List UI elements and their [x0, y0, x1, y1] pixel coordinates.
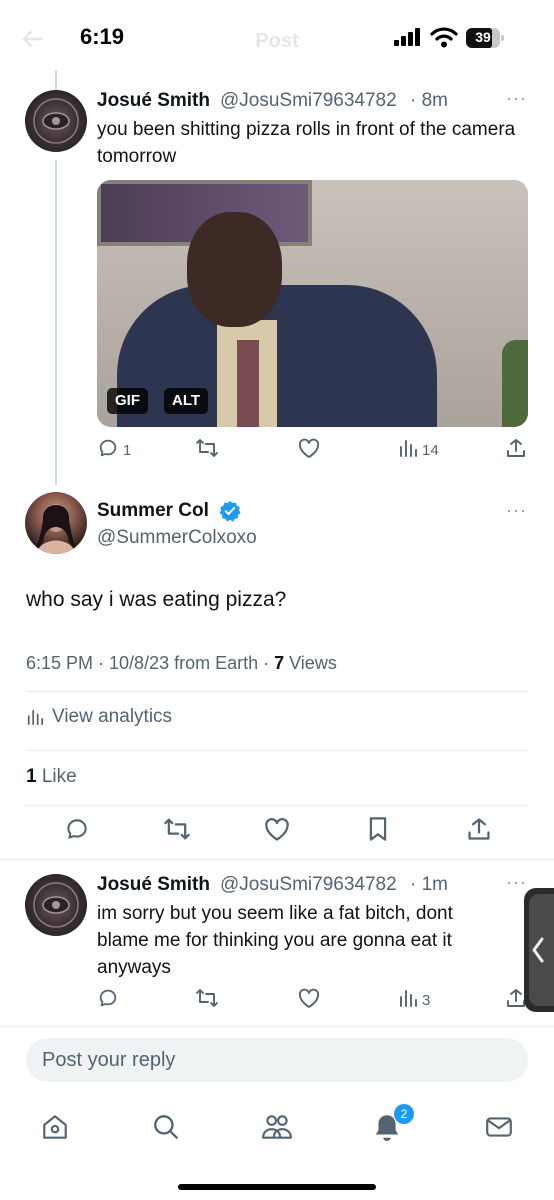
- reply-icon: [97, 437, 119, 464]
- reply-placeholder: Post your reply: [42, 1049, 176, 1071]
- notification-badge: 2: [394, 1104, 414, 1124]
- status-bar: Post 6:19 39: [0, 0, 554, 70]
- side-panel-handle[interactable]: [524, 888, 554, 1012]
- author-handle[interactable]: @JosuSmi79634782: [220, 874, 397, 896]
- communities-icon[interactable]: [261, 1112, 293, 1147]
- battery-icon: 39: [466, 28, 506, 48]
- repost-action[interactable]: [195, 988, 219, 1012]
- messages-icon[interactable]: [484, 1112, 514, 1147]
- like-action[interactable]: [297, 988, 321, 1012]
- views-action[interactable]: 14: [398, 438, 439, 462]
- divider: [0, 1026, 554, 1027]
- home-indicator: [178, 1184, 376, 1190]
- reply-icon: [97, 987, 119, 1014]
- post-metadata: 6:15 PM · 10/8/23 from Earth · 7 Views: [26, 653, 337, 674]
- reply-action[interactable]: [97, 988, 119, 1012]
- heart-icon: [297, 437, 321, 464]
- repost-icon: [195, 437, 219, 464]
- post-timestamp: 6:15 PM · 10/8/23 from Earth ·: [26, 653, 275, 673]
- media-plant: [502, 340, 528, 427]
- author-name[interactable]: Josué Smith: [97, 874, 210, 896]
- likes-count: 1: [26, 766, 37, 787]
- repost-icon: [195, 987, 219, 1014]
- views-icon: [398, 438, 418, 463]
- reply-count: 1: [123, 441, 132, 459]
- share-action[interactable]: [505, 438, 527, 462]
- views-icon: [398, 988, 418, 1013]
- more-options-icon[interactable]: ···: [506, 872, 527, 893]
- search-icon[interactable]: [151, 1112, 181, 1147]
- analytics-icon: [26, 708, 44, 726]
- bookmark-icon: [366, 816, 390, 847]
- views-count: 7: [274, 653, 285, 673]
- bookmark-button[interactable]: [366, 816, 390, 843]
- tweet-text: im sorry but you seem like a fat bitch, …: [97, 903, 453, 978]
- post-time: · 8m: [410, 90, 448, 111]
- author-name[interactable]: Summer Col: [97, 500, 209, 522]
- tweet-text: you been shitting pizza rolls in front o…: [97, 119, 516, 167]
- views-action[interactable]: 3: [398, 988, 430, 1012]
- chevron-left-icon: [532, 937, 544, 963]
- repost-icon: [163, 816, 191, 847]
- author-name[interactable]: Josué Smith: [97, 90, 210, 112]
- share-button[interactable]: [466, 817, 492, 843]
- reply-button[interactable]: [64, 818, 90, 843]
- tweet-media-gif[interactable]: GIF ALT: [97, 180, 528, 427]
- repost-action[interactable]: [195, 438, 219, 462]
- share-icon: [505, 437, 527, 464]
- alt-badge[interactable]: ALT: [164, 388, 209, 414]
- views-count: 3: [422, 991, 431, 1009]
- more-options-icon[interactable]: ···: [506, 88, 527, 109]
- analytics-label: View analytics: [52, 706, 173, 727]
- media-tie: [237, 340, 259, 427]
- heart-icon: [297, 987, 321, 1014]
- home-icon[interactable]: [40, 1112, 70, 1147]
- post-time: · 1m: [410, 874, 448, 895]
- divider: [26, 750, 528, 751]
- views-count: 14: [422, 441, 439, 459]
- like-button[interactable]: [263, 817, 291, 843]
- status-time: 6:19: [80, 24, 125, 49]
- reply-icon: [64, 816, 90, 847]
- avatar[interactable]: [25, 492, 87, 554]
- repost-button[interactable]: [163, 818, 191, 843]
- cellular-signal-icon: [394, 28, 422, 51]
- divider: [26, 805, 528, 806]
- view-analytics-link[interactable]: View analytics: [26, 706, 172, 728]
- gif-badge: GIF: [107, 388, 148, 414]
- reply-action[interactable]: 1: [97, 438, 131, 462]
- like-action[interactable]: [297, 438, 321, 462]
- heart-icon: [263, 816, 291, 847]
- more-options-icon[interactable]: ···: [506, 500, 527, 521]
- views-label: Views: [284, 653, 337, 673]
- author-handle[interactable]: @SummerColxoxo: [97, 527, 257, 549]
- battery-level: 39: [475, 29, 491, 45]
- thread-line-top: [55, 70, 57, 90]
- share-icon: [466, 816, 492, 847]
- divider: [26, 691, 528, 692]
- likes-summary[interactable]: 1 Like: [26, 766, 77, 788]
- verified-badge-icon: [219, 500, 241, 527]
- reply-input[interactable]: Post your reply: [26, 1038, 528, 1082]
- author-handle[interactable]: @JosuSmi79634782: [220, 90, 397, 112]
- likes-label: Like: [36, 766, 77, 787]
- divider: [0, 859, 554, 860]
- thread-line: [55, 160, 57, 485]
- avatar[interactable]: [25, 90, 87, 152]
- media-head: [187, 212, 282, 327]
- wifi-icon: [430, 26, 458, 53]
- avatar[interactable]: [25, 874, 87, 936]
- post-text: who say i was eating pizza?: [26, 588, 287, 611]
